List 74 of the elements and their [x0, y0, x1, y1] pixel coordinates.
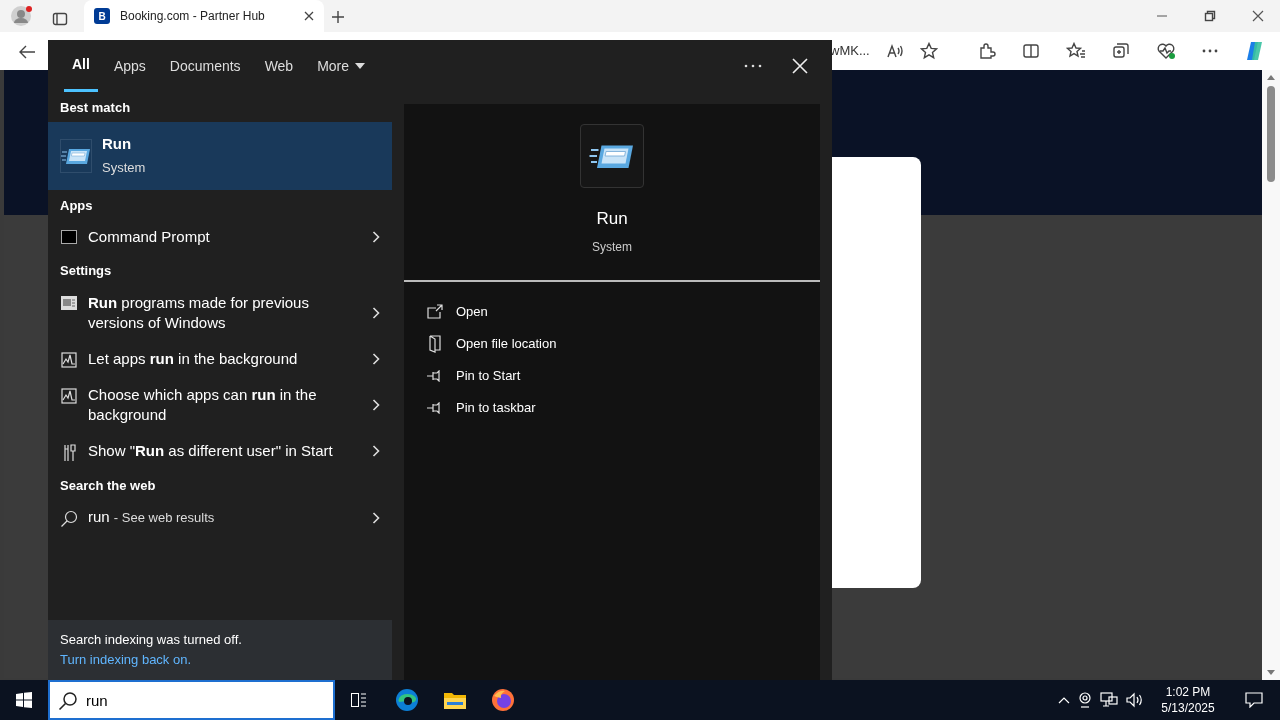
filter-tab[interactable]: Documents: [161, 40, 249, 92]
network-icon[interactable]: [1100, 692, 1118, 708]
close-icon[interactable]: [1252, 10, 1264, 22]
search-result[interactable]: Show "Run as different user" in Start: [48, 432, 392, 470]
section-heading: Settings: [59, 262, 113, 281]
more-dropdown[interactable]: More: [309, 40, 374, 92]
tab-actions-icon[interactable]: [52, 11, 68, 28]
open-window-icon: [427, 303, 443, 320]
restore-icon[interactable]: [1204, 10, 1216, 22]
windows-start-icon[interactable]: [16, 692, 32, 708]
folder-icon[interactable]: [443, 690, 467, 710]
search-result[interactable]: Run programs made for previous versions of Windows: [48, 284, 392, 341]
section-heading: Best match: [59, 99, 132, 117]
action-menu-item[interactable]: Pin to taskbar: [426, 391, 820, 424]
health-icon[interactable]: [1155, 42, 1176, 60]
notifications-icon[interactable]: [1245, 692, 1263, 708]
split-screen-icon[interactable]: [1021, 42, 1040, 60]
filter-tab[interactable]: Apps: [105, 40, 154, 92]
tab-title: Booking.com - Partner Hub: [120, 8, 266, 25]
action-menu-item[interactable]: Pin to Start: [426, 359, 820, 392]
chevron-icon: [372, 445, 380, 458]
more-options-icon[interactable]: [744, 64, 762, 68]
scrollbar[interactable]: [1262, 70, 1280, 680]
scrollbar-thumb[interactable]: [1267, 86, 1275, 182]
chevron-icon: [372, 511, 380, 524]
app-category: System: [592, 238, 632, 256]
chevron-icon: [372, 352, 380, 365]
scroll-up-icon[interactable]: [1267, 74, 1275, 80]
filter-tab[interactable]: Web: [256, 40, 302, 92]
activity-chart-icon: [61, 387, 77, 404]
read-aloud-icon[interactable]: [885, 43, 904, 59]
search-field[interactable]: run: [48, 680, 335, 720]
chevron-icon: [372, 306, 380, 319]
fox-browser-icon[interactable]: [491, 688, 515, 712]
back-arrow-icon[interactable]: [18, 43, 36, 60]
file-location-icon: [428, 334, 442, 353]
search-result[interactable]: Command Prompt: [48, 219, 392, 256]
close-icon[interactable]: [304, 11, 314, 21]
star-icon[interactable]: [919, 42, 938, 60]
collections-icon[interactable]: [1111, 42, 1130, 60]
chevron-icon: [372, 231, 380, 244]
search-result[interactable]: run - See web results: [48, 499, 392, 537]
clock[interactable]: 1:02 PM 5/13/2025: [1152, 684, 1224, 716]
section-heading: Search the web: [59, 476, 157, 495]
indexing-link[interactable]: Turn indexing back on.: [60, 652, 192, 667]
profile-avatar-icon[interactable]: [10, 5, 32, 27]
chevron-icon: [372, 398, 380, 411]
activity-chart-icon: [61, 351, 77, 368]
favorites-icon[interactable]: [1065, 42, 1086, 60]
favicon: B: [94, 8, 110, 24]
new-tab-icon[interactable]: [331, 9, 345, 24]
action-menu-item[interactable]: Open: [426, 295, 820, 328]
search-result[interactable]: Choose which apps can run in the background: [48, 376, 392, 433]
filter-tab[interactable]: All: [64, 40, 98, 92]
search-result[interactable]: Run System: [48, 121, 392, 190]
console-icon: [61, 230, 77, 245]
extensions-icon[interactable]: [977, 42, 996, 60]
status-message: Search indexing was turned off.: [60, 631, 243, 649]
compatibility-icon: [61, 295, 77, 310]
app-title: Run: [596, 208, 628, 230]
section-heading: Apps: [59, 196, 94, 215]
action-menu-item[interactable]: Open file location: [426, 327, 820, 360]
chevron-up-icon[interactable]: [1058, 696, 1070, 704]
scroll-down-icon[interactable]: [1267, 670, 1275, 676]
search-icon: [60, 510, 78, 529]
webcam-icon[interactable]: [1078, 692, 1092, 708]
browser-swirl-icon[interactable]: [395, 688, 419, 712]
tools-icon: [62, 443, 76, 462]
volume-icon[interactable]: [1126, 692, 1144, 708]
task-view-icon[interactable]: [351, 693, 367, 707]
search-result[interactable]: Let apps run in the background: [48, 340, 392, 377]
search-icon: [58, 691, 78, 711]
browser-tab[interactable]: B Booking.com - Partner Hub: [84, 0, 324, 32]
more-icon[interactable]: [1201, 49, 1218, 53]
